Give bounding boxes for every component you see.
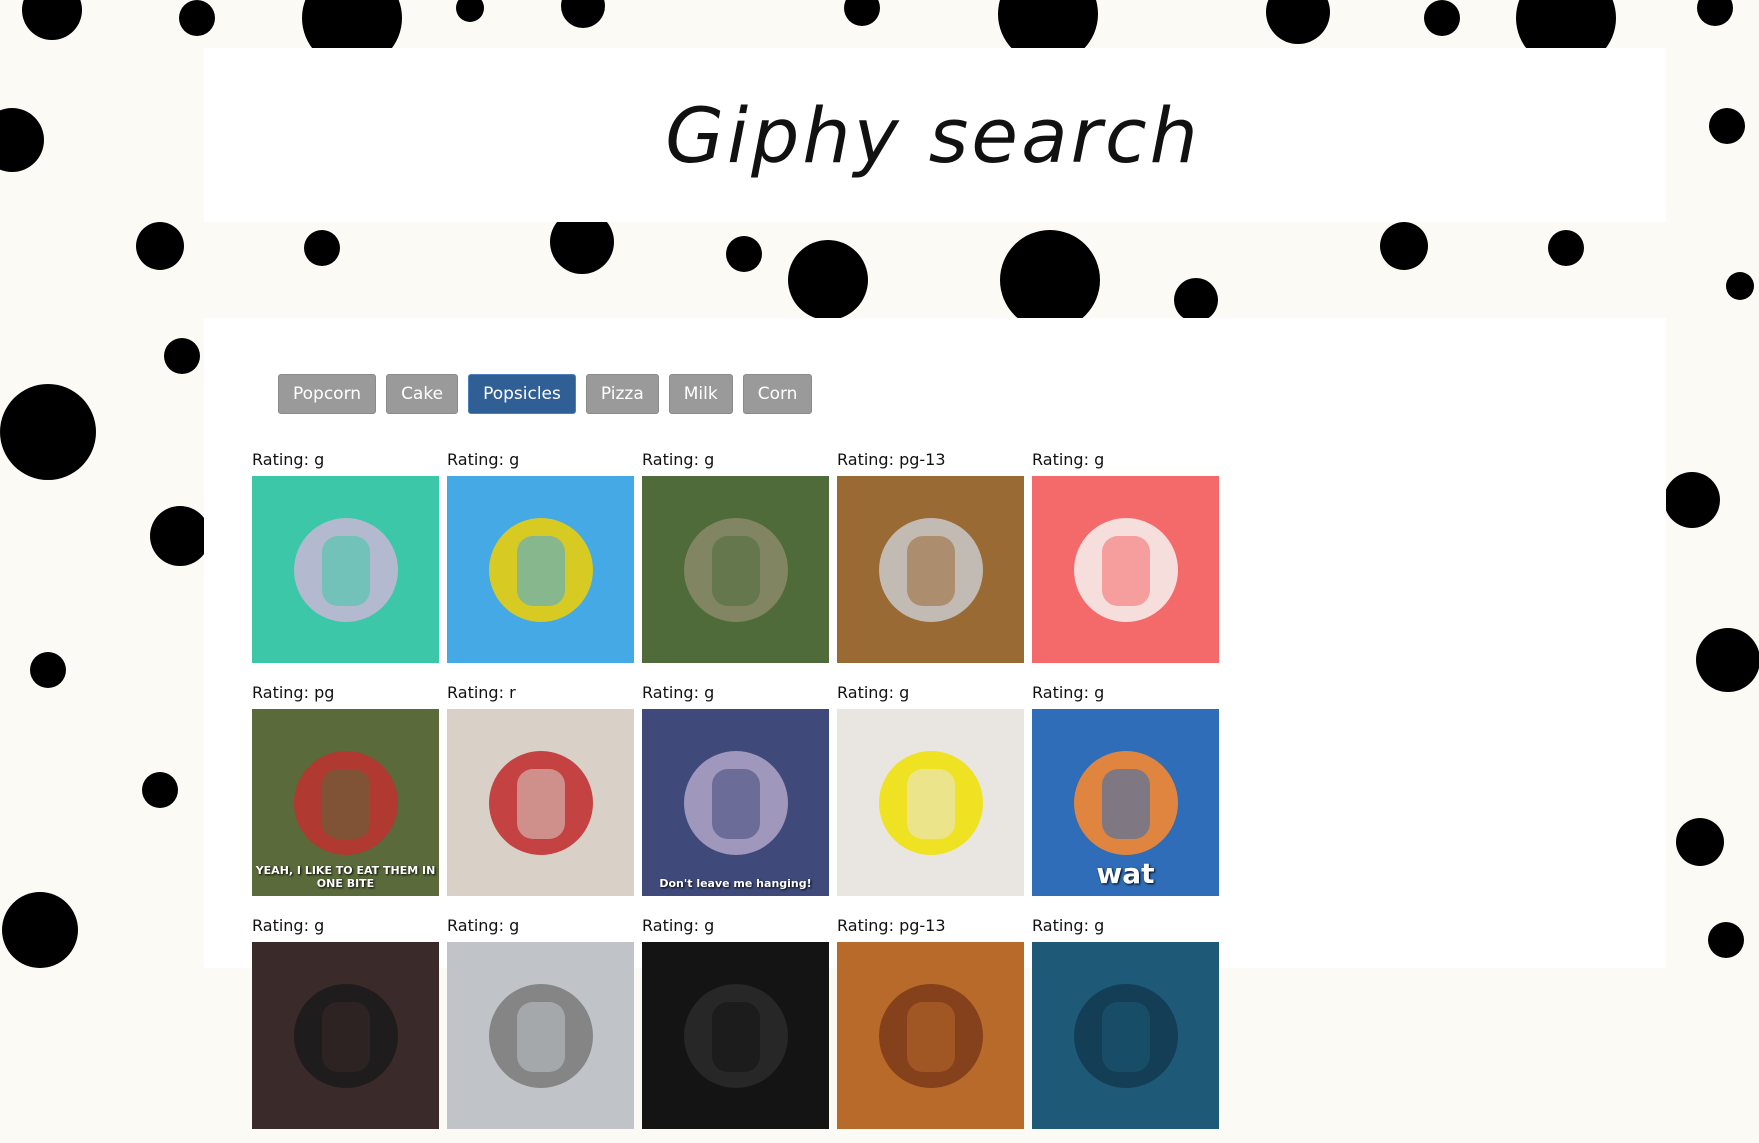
gif-results-grid: Rating: g Rating: g Rating: g Rating: pg-13… <box>252 444 1252 1143</box>
gif-item: Rating: pg-13 <box>837 444 1024 677</box>
gif-rating: Rating: g <box>837 683 910 702</box>
header-panel: Giphy search <box>204 48 1666 222</box>
topic-button-popcorn[interactable]: Popcorn <box>278 374 377 414</box>
gif-image <box>1032 942 1219 1129</box>
gif-rating: Rating: g <box>642 916 715 935</box>
results-area: Popcorn Cake Popsicles Pizza Milk Corn R… <box>204 318 1219 1129</box>
gif-item: Rating: g <box>252 910 439 1143</box>
gif-thumbnail[interactable] <box>837 709 1024 896</box>
gif-item: Rating: r <box>447 677 634 910</box>
topic-button-bar: Popcorn Cake Popsicles Pizza Milk Corn <box>278 374 813 414</box>
topic-button-corn[interactable]: Corn <box>742 374 813 414</box>
page-title: Giphy search <box>665 90 1201 180</box>
gif-thumbnail[interactable]: wat <box>1032 709 1219 896</box>
gif-rating: Rating: g <box>1032 450 1105 469</box>
gif-rating: Rating: pg-13 <box>837 916 946 935</box>
gif-thumbnail[interactable] <box>1032 942 1219 1129</box>
gif-thumbnail[interactable]: YEAH, I LIKE TO EAT THEM IN ONE BITE <box>252 709 439 896</box>
gif-image <box>837 942 1024 1129</box>
gif-caption: Don't leave me hanging! <box>659 877 812 890</box>
gif-rating: Rating: g <box>642 450 715 469</box>
gif-thumbnail[interactable] <box>447 476 634 663</box>
gif-item: Rating: g <box>447 910 634 1143</box>
gif-rating: Rating: g <box>1032 916 1105 935</box>
gif-rating: Rating: pg <box>252 683 335 702</box>
gif-rating: Rating: g <box>252 450 325 469</box>
gif-item: Rating: g <box>837 677 1024 910</box>
gif-rating: Rating: g <box>1032 683 1105 702</box>
gif-rating: Rating: r <box>447 683 516 702</box>
gif-thumbnail[interactable] <box>1032 476 1219 663</box>
gif-image <box>252 942 439 1129</box>
gif-item: Rating: g <box>447 444 634 677</box>
gif-image <box>642 476 829 663</box>
gif-item: Rating: g Don't leave me hanging! <box>642 677 829 910</box>
gif-item: Rating: g <box>1032 444 1219 677</box>
gif-image <box>642 709 829 896</box>
gif-item: Rating: g <box>642 444 829 677</box>
gif-rating: Rating: g <box>642 683 715 702</box>
gif-image <box>642 942 829 1129</box>
gif-caption: YEAH, I LIKE TO EAT THEM IN ONE BITE <box>255 864 436 890</box>
gif-caption: wat <box>1096 857 1155 890</box>
gif-image <box>837 476 1024 663</box>
gif-thumbnail[interactable] <box>837 942 1024 1129</box>
gif-thumbnail[interactable] <box>447 942 634 1129</box>
gif-item: Rating: g <box>252 444 439 677</box>
topic-button-cake[interactable]: Cake <box>386 374 459 414</box>
gif-image <box>447 709 634 896</box>
gif-item: Rating: g wat <box>1032 677 1219 910</box>
topic-button-pizza[interactable]: Pizza <box>585 374 659 414</box>
gif-item: Rating: g <box>642 910 829 1143</box>
gif-thumbnail[interactable] <box>252 942 439 1129</box>
gif-thumbnail[interactable] <box>642 942 829 1129</box>
gif-image <box>252 476 439 663</box>
gif-image <box>837 709 1024 896</box>
gif-image <box>447 942 634 1129</box>
gif-item: Rating: pg-13 <box>837 910 1024 1143</box>
gif-image <box>447 476 634 663</box>
gif-item: Rating: pg YEAH, I LIKE TO EAT THEM IN ON… <box>252 677 439 910</box>
gif-item: Rating: g <box>1032 910 1219 1143</box>
gif-image <box>1032 476 1219 663</box>
content-panel: Popcorn Cake Popsicles Pizza Milk Corn R… <box>204 318 1666 1129</box>
topic-button-popsicles[interactable]: Popsicles <box>468 374 576 414</box>
gif-rating: Rating: g <box>447 450 520 469</box>
gif-rating: Rating: g <box>252 916 325 935</box>
gif-thumbnail[interactable] <box>447 709 634 896</box>
topic-button-milk[interactable]: Milk <box>668 374 733 414</box>
gif-rating: Rating: pg-13 <box>837 450 946 469</box>
gif-thumbnail[interactable] <box>252 476 439 663</box>
gif-thumbnail[interactable] <box>642 476 829 663</box>
gif-thumbnail[interactable]: Don't leave me hanging! <box>642 709 829 896</box>
gif-rating: Rating: g <box>447 916 520 935</box>
gif-thumbnail[interactable] <box>837 476 1024 663</box>
